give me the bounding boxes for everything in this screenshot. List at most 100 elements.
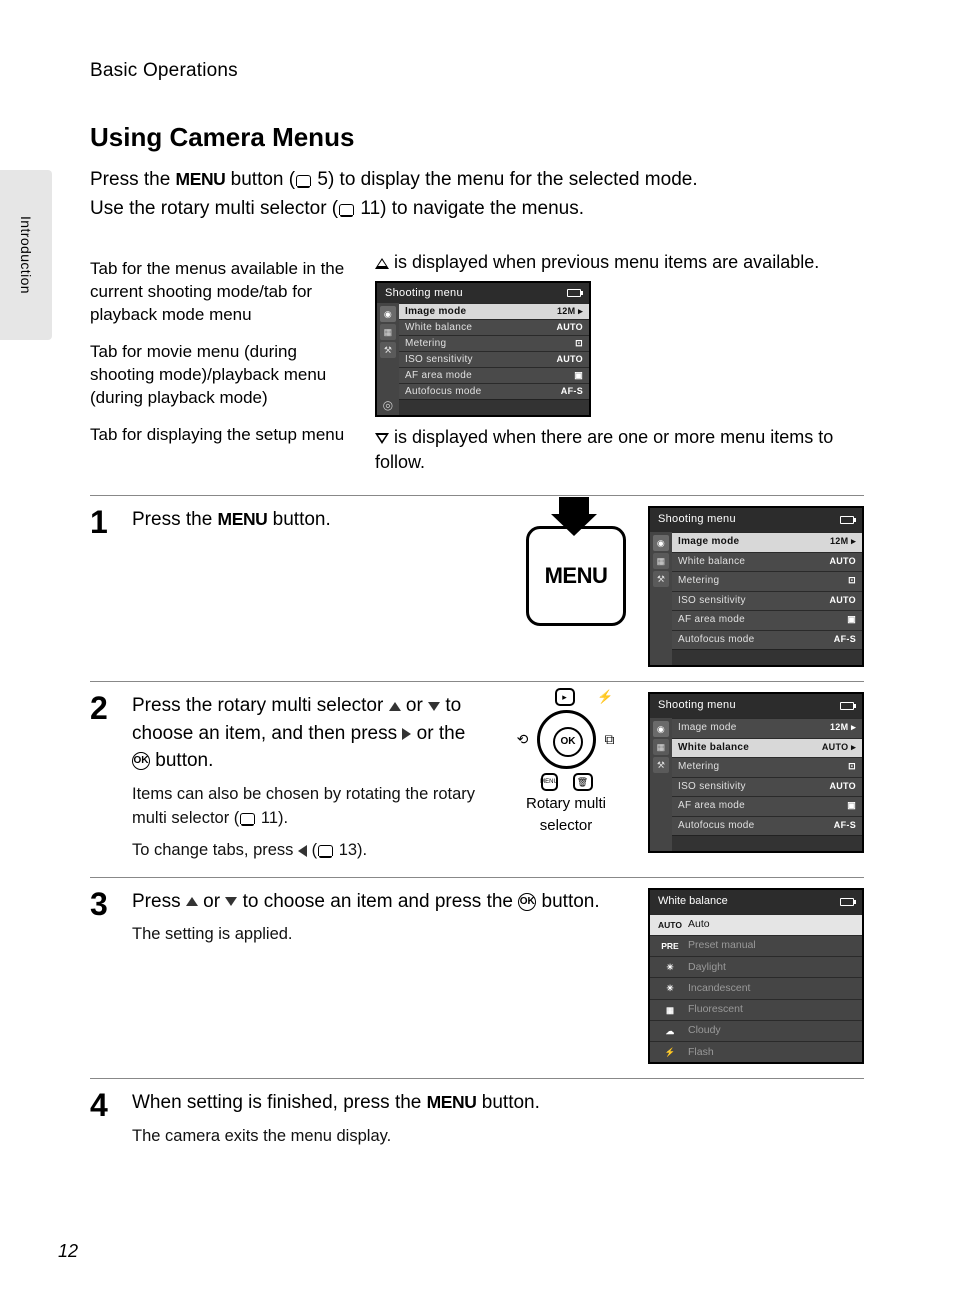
t: To change tabs, press	[132, 841, 298, 859]
wb-icon: ☁	[658, 1025, 682, 1037]
t: When setting is finished, press the	[132, 1092, 427, 1113]
menu-screen-illustration-step1: Shooting menu ◉ ▦ ⚒ Image mode12M ▸ Whit…	[648, 506, 864, 667]
book-ref-icon	[318, 845, 333, 856]
annotations-left: Tab for the menus available in the curre…	[90, 248, 345, 482]
menu-item-label: Image mode	[405, 306, 466, 317]
step1-a: Press the	[132, 509, 218, 530]
wb-icon: PRE	[658, 940, 682, 952]
menu-item-label: AF area mode	[405, 370, 472, 381]
step-2-sub1: Items can also be chosen by rotating the…	[132, 783, 484, 831]
wb-item: AUTOAuto	[650, 914, 862, 935]
wb-icon: ✳	[658, 982, 682, 994]
menu-item: Image mode 12M ▸	[399, 303, 589, 319]
tab-setup-icon: ⚒	[380, 342, 396, 358]
menu-item-label: White balance	[405, 322, 472, 333]
annotation-right: is displayed when previous menu items ar…	[375, 248, 864, 482]
tri-up-text: is displayed when previous menu items ar…	[389, 252, 819, 272]
battery-icon	[840, 898, 854, 906]
menu-item: ISO sensitivityAUTO	[672, 591, 862, 611]
step-number: 1	[90, 506, 120, 667]
step-3: 3 Press or to choose an item and press t…	[90, 888, 864, 1064]
t: Items can also be chosen by rotating the…	[132, 785, 475, 827]
intro-1c: 5) to display the menu for the selected …	[312, 169, 698, 190]
menu-item-badge: 12M ▸	[557, 306, 583, 317]
menu-item: Metering⊡	[672, 757, 862, 777]
menu-item-label: Image mode	[678, 535, 739, 550]
triangle-up-icon	[375, 258, 389, 269]
rotary-selector-illustration: ▸ ⚡ ⟲ ⧉ MENU 🗑 Rotary multi selector	[506, 692, 626, 837]
menu-item-badge: 12M ▸	[830, 721, 856, 736]
wb-label: Flash	[688, 1045, 714, 1060]
separator	[90, 681, 864, 682]
step-4-main: When setting is finished, press the MENU…	[132, 1089, 864, 1117]
rotary-exposure-icon: ⧉	[600, 730, 620, 748]
menu-item-label: White balance	[678, 555, 745, 570]
menu-item: Image mode12M ▸	[672, 532, 862, 552]
rotary-wheel-icon: ▸ ⚡ ⟲ ⧉ MENU 🗑	[519, 692, 614, 787]
rotary-play-icon: ▸	[555, 688, 575, 706]
step-2: 2 Press the rotary multi selector or to …	[90, 692, 864, 862]
tab-movie-icon: ▦	[653, 739, 669, 755]
tri-down-text: is displayed when there are one or more …	[375, 427, 833, 472]
menu-item: Metering⊡	[672, 571, 862, 591]
menu-item: White balance AUTO ▸	[672, 738, 862, 758]
wb-icon: ⚡	[658, 1046, 682, 1058]
menu-items-list: Image mode12M ▸ White balanceAUTO Meteri…	[399, 303, 589, 415]
t: (	[307, 841, 317, 859]
tab-setup-icon: ⚒	[653, 757, 669, 773]
menu-item-badge: AUTO ▸	[822, 741, 856, 756]
wb-icon: AUTO	[658, 919, 682, 931]
triangle-down-icon	[428, 702, 440, 711]
wb-item: ▦Fluorescent	[650, 999, 862, 1020]
separator	[90, 1078, 864, 1079]
menu-item: Metering⊡	[399, 335, 589, 351]
step-2-sub2: To change tabs, press ( 13).	[132, 839, 484, 863]
step-3-main: Press or to choose an item and press the…	[132, 888, 626, 916]
annotation-tab-movie: Tab for movie menu (during shooting mode…	[90, 341, 345, 410]
menu-item: Autofocus mode AF-S	[399, 383, 589, 399]
step-3-sub: The setting is applied.	[132, 923, 626, 947]
side-tab-label: Introduction	[18, 216, 34, 294]
menu-item: ISO sensitivityAUTO	[399, 351, 589, 367]
step-number: 2	[90, 692, 120, 862]
t: or	[401, 695, 428, 716]
t: 13).	[334, 841, 367, 859]
step-number: 3	[90, 888, 120, 1064]
t: button.	[150, 750, 213, 771]
wb-item: ☀Daylight	[650, 956, 862, 977]
menu-item-label: Metering	[678, 574, 719, 589]
triangle-down-icon	[225, 897, 237, 906]
triangle-down-icon	[375, 433, 389, 444]
t: Press	[132, 891, 186, 912]
wb-label: Preset manual	[688, 938, 756, 953]
menu-item: ISO sensitivityAUTO	[672, 777, 862, 797]
menu-item-label: White balance	[678, 741, 749, 756]
t: to choose an item and press the	[237, 891, 518, 912]
tab-movie-icon: ▦	[653, 553, 669, 569]
menu-item-badge: AF-S	[834, 633, 856, 648]
intro-2a: Use the rotary multi selector (	[90, 198, 338, 219]
menu-word-icon: MENU	[218, 509, 268, 529]
step-1-text: Press the MENU button.	[132, 506, 504, 534]
t: Press the rotary multi selector	[132, 695, 389, 716]
menu-item: Image mode12M ▸	[672, 718, 862, 738]
menu-item: AF area mode▣	[672, 610, 862, 630]
menu-item-label: Autofocus mode	[405, 386, 481, 397]
menu-button-label: MENU	[545, 560, 608, 592]
book-ref-icon	[240, 813, 255, 824]
menu-word-icon: MENU	[176, 169, 226, 189]
wb-label: Cloudy	[688, 1023, 721, 1038]
battery-icon	[840, 516, 854, 524]
menu-item: Autofocus modeAF-S	[672, 630, 862, 650]
battery-icon	[567, 289, 581, 297]
menu-item-badge: AF-S	[561, 386, 583, 397]
menu-item-badge: AF-S	[834, 819, 856, 834]
menu-item-badge: ▣	[847, 613, 856, 628]
wb-label: Incandescent	[688, 981, 750, 996]
wb-item: ☁ Cloudy	[650, 1020, 862, 1041]
triangle-down-note: is displayed when there are one or more …	[375, 425, 864, 475]
triangle-up-note: is displayed when previous menu items ar…	[375, 250, 864, 275]
step-1: 1 Press the MENU button. MENU Shooting m…	[90, 506, 864, 667]
intro-1b: button (	[225, 169, 295, 190]
annotation-tab-setup: Tab for displaying the setup menu	[90, 424, 345, 447]
